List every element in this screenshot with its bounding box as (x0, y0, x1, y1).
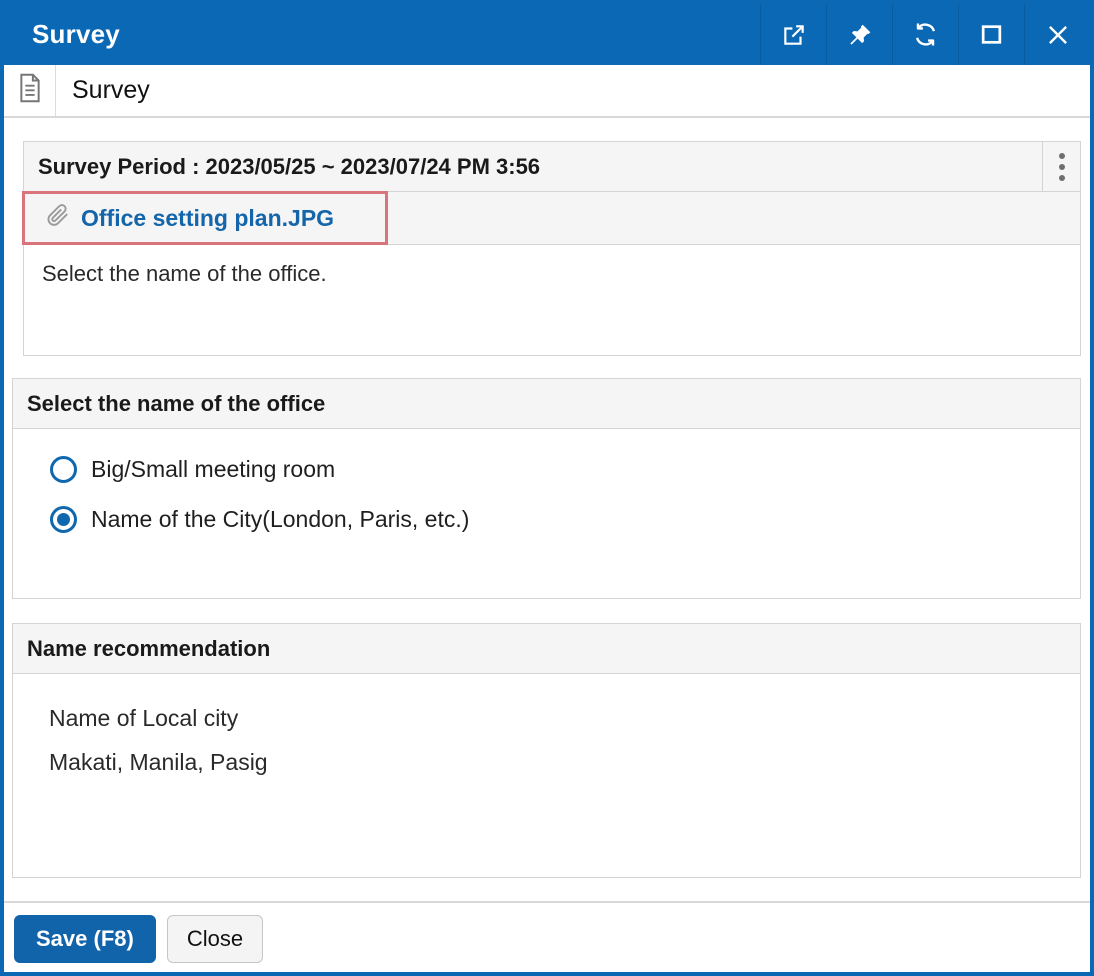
attachment-link[interactable]: Office setting plan.JPG (46, 203, 334, 233)
radio-button[interactable] (50, 456, 77, 483)
survey-period-text: Survey Period : 2023/05/25 ~ 2023/07/24 … (38, 153, 541, 179)
maximize-button[interactable] (958, 4, 1024, 65)
pin-icon (847, 22, 873, 48)
question-panel: Select the name of the office Big/Small … (12, 378, 1081, 599)
save-button[interactable]: Save (F8) (14, 915, 156, 963)
recommendation-line: Name of Local city (49, 705, 239, 731)
kebab-dot (1058, 174, 1065, 181)
open-in-new-window-icon (781, 22, 807, 48)
paperclip-icon (46, 203, 70, 233)
recommendation-title: Name recommendation (13, 624, 1080, 674)
recommendation-line: Makati, Manila, Pasig (49, 749, 268, 775)
recommendation-body[interactable]: Name of Local city Makati, Manila, Pasig (13, 674, 1080, 877)
kebab-dot (1058, 163, 1065, 170)
document-icon (16, 73, 44, 108)
footer-buttons: Save (F8) Close (4, 903, 1090, 963)
refresh-icon (912, 21, 939, 48)
question-options: Big/Small meeting room Name of the City(… (13, 429, 1080, 598)
survey-description: Select the name of the office. (24, 245, 1080, 355)
refresh-button[interactable] (892, 4, 958, 65)
titlebar-actions (760, 4, 1090, 65)
breadcrumb-bar: Survey (4, 65, 1090, 118)
close-button[interactable]: Close (166, 915, 264, 963)
radio-option-label: Name of the City(London, Paris, etc.) (91, 506, 470, 532)
survey-window: Survey Survey Survey Period: 2023/05/25… (0, 0, 1094, 976)
survey-info-panel: Survey Period : 2023/05/25 ~ 2023/07/24 … (22, 141, 1081, 356)
kebab-menu-button[interactable] (1042, 142, 1080, 191)
close-window-button[interactable] (1024, 4, 1090, 65)
radio-button[interactable] (50, 506, 77, 533)
pin-button[interactable] (826, 4, 892, 65)
maximize-icon (979, 22, 1004, 47)
kebab-dot (1058, 152, 1065, 159)
open-in-new-window-button[interactable] (760, 4, 826, 65)
window-title: Survey (32, 19, 120, 49)
radio-option-meeting-room[interactable]: Big/Small meeting room (50, 456, 1080, 483)
document-icon-cell[interactable] (4, 65, 56, 116)
breadcrumb: Survey (72, 76, 150, 104)
content-area: Survey Period : 2023/05/25 ~ 2023/07/24 … (4, 118, 1090, 972)
recommendation-panel: Name recommendation Name of Local city M… (12, 623, 1081, 878)
close-icon (1045, 22, 1071, 48)
survey-period-header: Survey Period : 2023/05/25 ~ 2023/07/24 … (24, 142, 1080, 192)
question-title: Select the name of the office (13, 379, 1080, 429)
attachment-filename: Office setting plan.JPG (81, 204, 335, 231)
radio-option-city-name[interactable]: Name of the City(London, Paris, etc.) (50, 506, 1080, 533)
title-bar: Survey (4, 4, 1090, 65)
radio-option-label: Big/Small meeting room (91, 456, 336, 482)
attachment-row: Office setting plan.JPG (22, 191, 1080, 245)
